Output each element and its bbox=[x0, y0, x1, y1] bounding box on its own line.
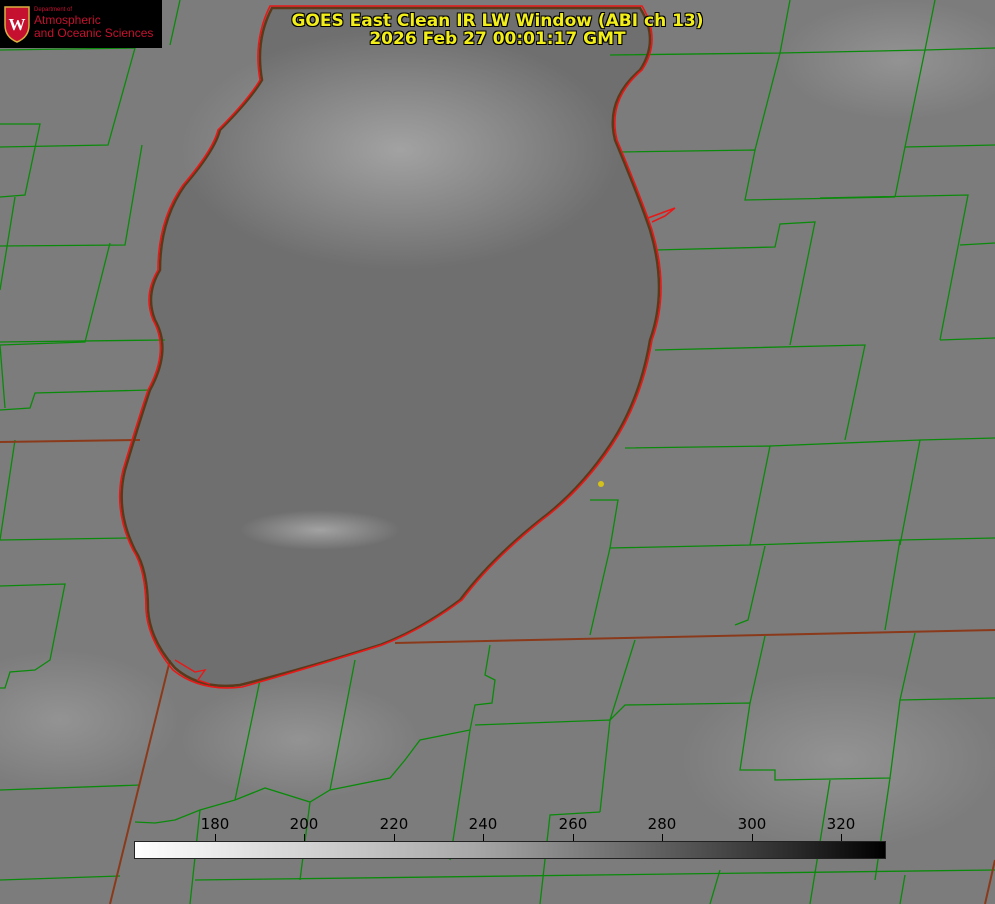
cloud-over-lake bbox=[180, 30, 620, 270]
colorbar-tick-label: 320 bbox=[826, 815, 856, 833]
colorbar-tick-label: 300 bbox=[737, 815, 767, 833]
temperature-colorbar bbox=[134, 841, 886, 859]
colorbar-tick-label: 280 bbox=[647, 815, 677, 833]
colorbar-tick bbox=[662, 834, 663, 841]
colorbar-tick bbox=[573, 834, 574, 841]
colorbar-tick-label: 220 bbox=[379, 815, 409, 833]
colorbar-tick-label: 200 bbox=[289, 815, 319, 833]
satellite-image-viewer: W Department of Atmospheric and Oceanic … bbox=[0, 0, 995, 904]
colorbar-tick bbox=[394, 834, 395, 841]
cloud-patch bbox=[180, 680, 420, 800]
colorbar-tick bbox=[841, 834, 842, 841]
colorbar-tick-label: 260 bbox=[558, 815, 588, 833]
colorbar-tick bbox=[304, 834, 305, 841]
colorbar-tick bbox=[215, 834, 216, 841]
station-marker bbox=[598, 481, 604, 487]
image-title: GOES East Clean IR LW Window (ABI ch 13) bbox=[291, 11, 704, 31]
cloud-over-lake bbox=[240, 510, 400, 550]
image-timestamp: 2026 Feb 27 00:01:17 GMT bbox=[369, 29, 626, 49]
colorbar-tick-label: 180 bbox=[200, 815, 230, 833]
colorbar-tick bbox=[752, 834, 753, 841]
satellite-map bbox=[0, 0, 995, 904]
colorbar-tick bbox=[483, 834, 484, 841]
colorbar-tick-label: 240 bbox=[468, 815, 498, 833]
